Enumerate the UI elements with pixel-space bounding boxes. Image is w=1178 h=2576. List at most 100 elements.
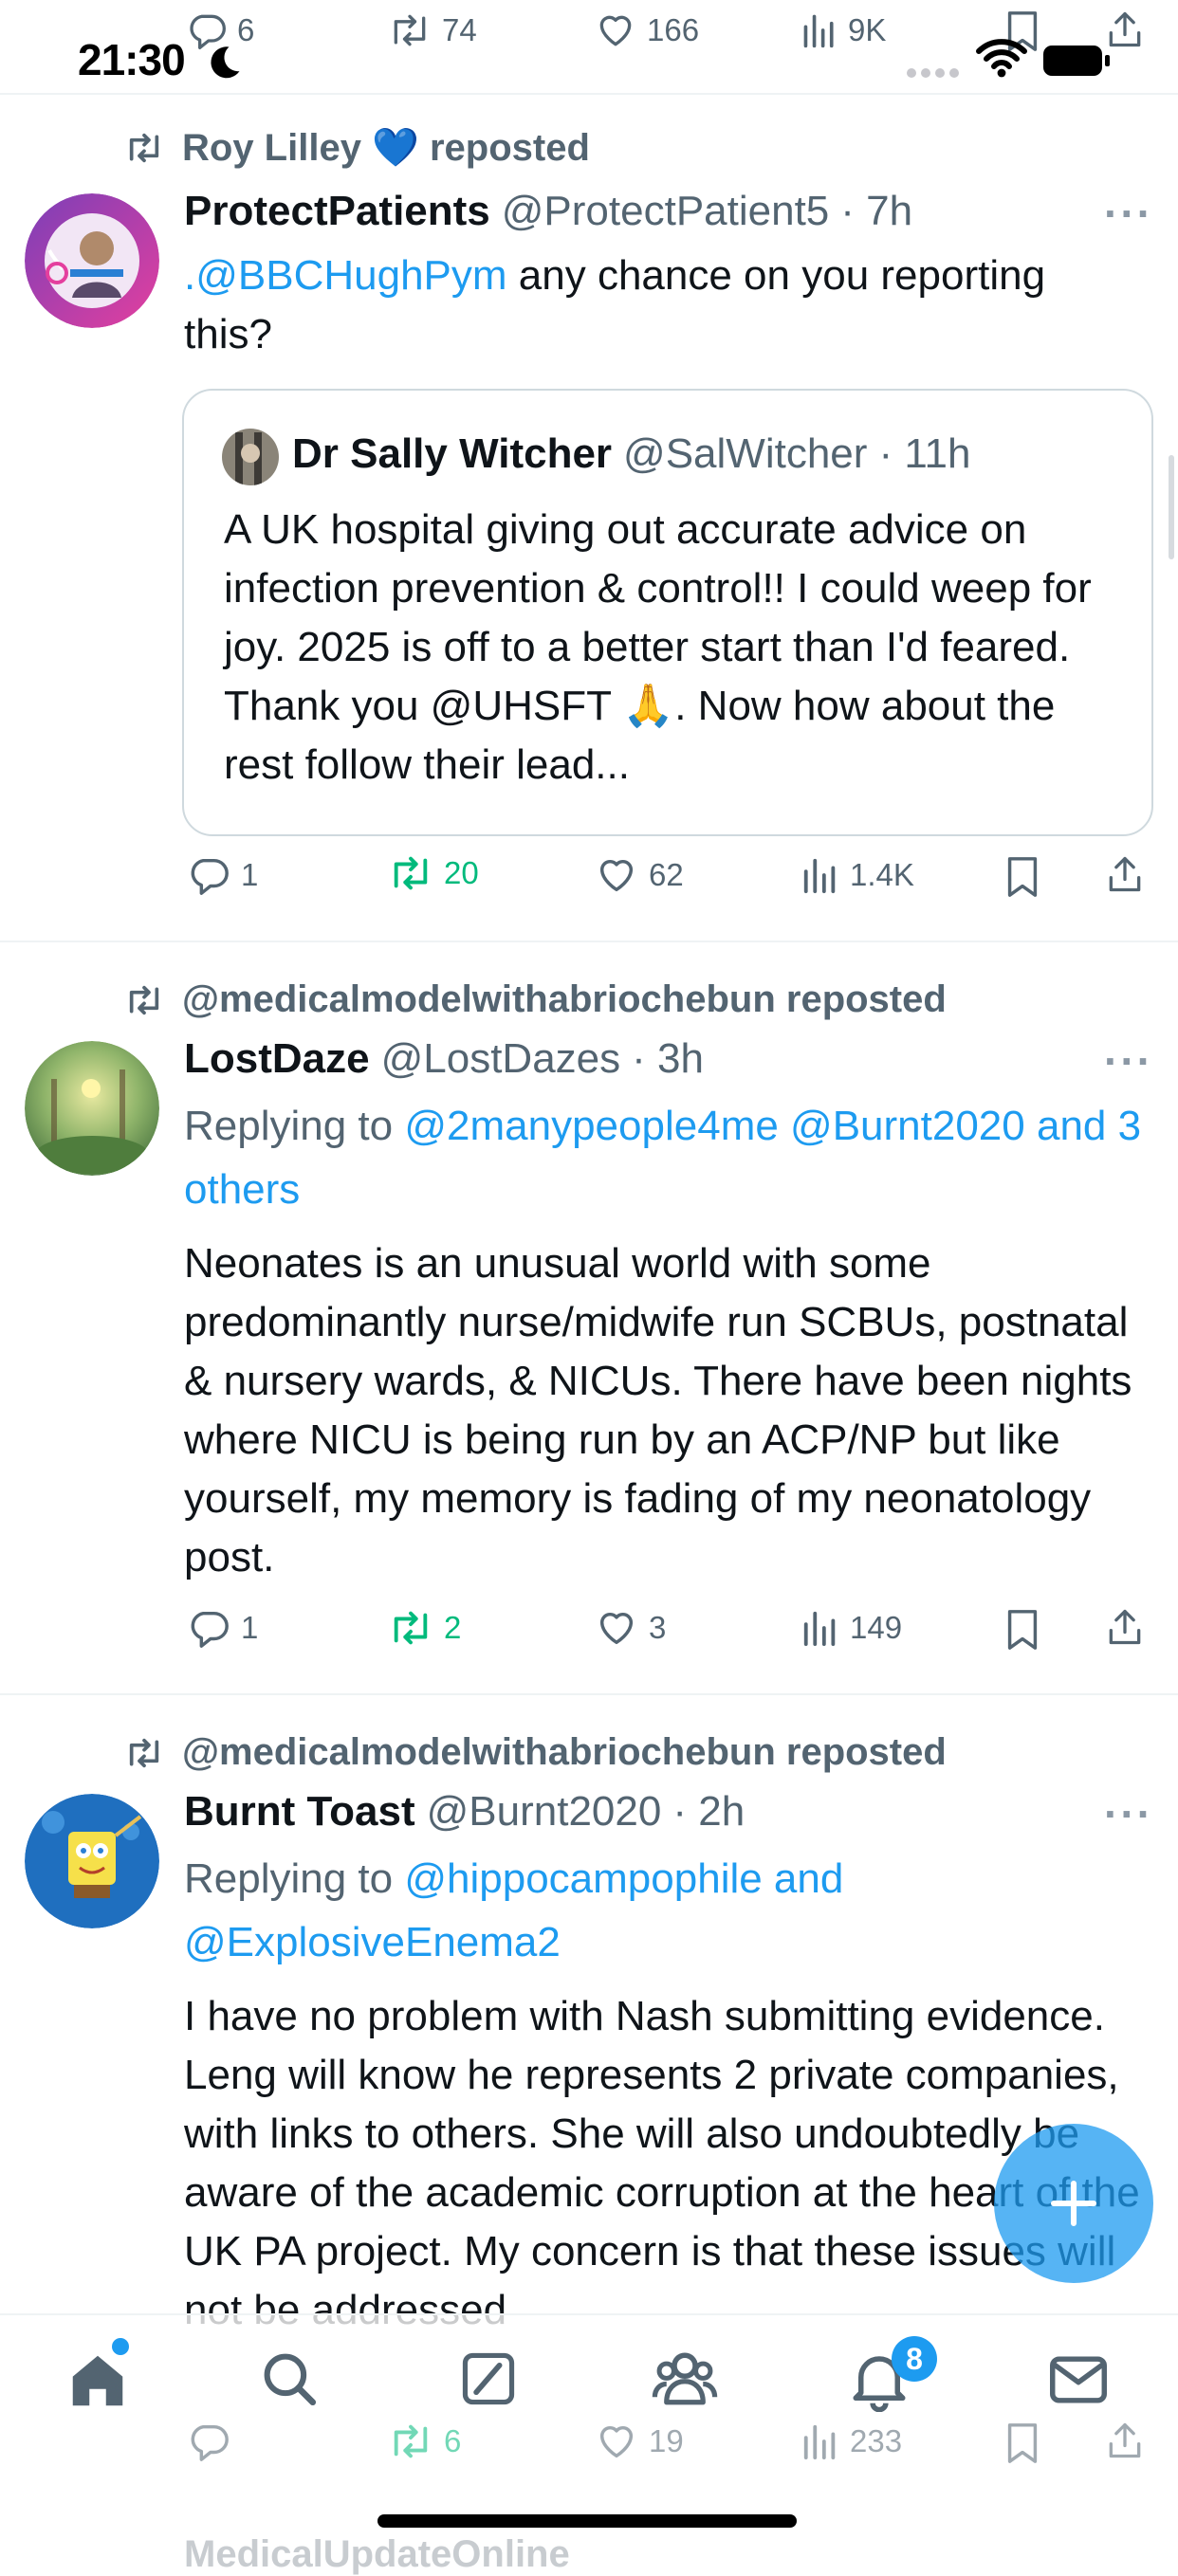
like-icon [599, 2425, 634, 2458]
like-action[interactable]: 166 [594, 9, 699, 51]
bookmark-button[interactable] [1005, 855, 1040, 899]
author-handle[interactable]: @ProtectPatient5 [502, 188, 830, 235]
tab-grok[interactable] [459, 2349, 518, 2408]
reply-count: 1 [241, 857, 259, 892]
like-icon [599, 1612, 634, 1645]
more-options-button[interactable]: ··· [1104, 1788, 1153, 1839]
views-action[interactable]: 233 [801, 2420, 902, 2463]
tweet-header: Burnt Toast @Burnt2020 · 2h [184, 1788, 745, 1836]
repost-action[interactable]: 2 [387, 1606, 461, 1650]
views-action[interactable]: 149 [801, 1606, 902, 1650]
scrollbar[interactable] [1169, 455, 1174, 559]
views-icon [803, 1611, 836, 1647]
quote-avatar [222, 429, 279, 485]
tab-messages[interactable] [1047, 2351, 1110, 2408]
status-time: 21:30 [78, 35, 186, 84]
tab-communities[interactable] [651, 2348, 719, 2410]
tweet-header: ProtectPatients @ProtectPatient5 · 7h [184, 188, 912, 235]
views-icon [803, 2424, 836, 2460]
home-unread-dot [112, 2338, 129, 2355]
like-action[interactable]: 62 [594, 853, 684, 897]
reply-action[interactable] [186, 2420, 241, 2463]
grok-icon [462, 2352, 515, 2405]
repost-icon [394, 2424, 428, 2458]
quote-author-handle: @SalWitcher [623, 430, 868, 477]
tab-home[interactable] [64, 2348, 131, 2414]
like-icon [599, 859, 634, 892]
author-name[interactable]: Burnt Toast [184, 1788, 415, 1836]
notifications-badge: 8 [892, 2336, 937, 2382]
views-count: 233 [850, 2423, 903, 2458]
repost-attribution[interactable]: @medicalmodelwithabriochebun reposted [123, 1731, 947, 1774]
tweet-text: Neonates is an unusual world with some p… [184, 1240, 1132, 1580]
share-icon [1109, 2422, 1141, 2458]
communities-icon [652, 2352, 718, 2405]
tweet-time: · 7h [840, 188, 913, 234]
next-tweet-author: MedicalUpdateOnline [184, 2533, 570, 2575]
divider [0, 1693, 1178, 1695]
tweet-header: LostDaze @LostDazes · 3h [184, 1035, 704, 1083]
reply-action[interactable]: 1 [186, 1606, 258, 1650]
moon-icon [211, 46, 240, 79]
avatar-image [25, 1041, 159, 1176]
repost-by-label: Roy Lilley 💙 reposted [182, 127, 590, 169]
tab-search[interactable] [258, 2348, 321, 2410]
quote-header: Dr Sally Witcher @SalWitcher · 11h [292, 430, 970, 478]
author-name[interactable]: ProtectPatients [184, 188, 490, 235]
like-action[interactable]: 3 [594, 1606, 666, 1650]
replying-to-line: Replying to @hippocampophile and @Explos… [184, 1847, 1142, 1974]
author-handle[interactable]: @Burnt2020 [427, 1788, 662, 1836]
repost-count: 6 [444, 2423, 462, 2458]
repost-count: 2 [444, 1610, 462, 1645]
repost-icon [394, 856, 428, 890]
battery-icon [1043, 46, 1110, 76]
messages-icon [1050, 2356, 1107, 2403]
views-icon [803, 14, 834, 48]
repost-action[interactable]: 6 [387, 2420, 461, 2463]
author-name[interactable]: LostDaze [184, 1035, 370, 1083]
avatar[interactable] [25, 193, 159, 328]
avatar[interactable] [25, 1794, 159, 1928]
reply-icon [191, 1611, 229, 1648]
avatar-image [25, 193, 159, 328]
repost-icon [129, 1738, 159, 1767]
repost-attribution[interactable]: @medicalmodelwithabriochebun reposted [123, 978, 947, 1021]
wifi-icon [976, 39, 1027, 78]
home-indicator[interactable] [377, 2514, 797, 2528]
bookmark-button[interactable] [1005, 1608, 1040, 1652]
bookmark-button[interactable] [1005, 2421, 1040, 2465]
views-count: 9K [848, 12, 887, 47]
views-action[interactable]: 9K [801, 9, 886, 51]
repost-icon [394, 1611, 428, 1645]
mention-link[interactable]: .@BBCHughPym [184, 252, 507, 299]
reply-action[interactable]: 1 [186, 853, 258, 897]
tweet-text: .@BBCHughPym any chance on you reporting… [184, 247, 1142, 364]
like-count: 19 [649, 2423, 684, 2458]
share-button[interactable] [1104, 1604, 1146, 1650]
like-action[interactable]: 19 [594, 2420, 684, 2463]
views-action[interactable]: 1.4K [801, 853, 914, 897]
quote-time: · 11h [878, 430, 971, 477]
bookmark-icon [1007, 857, 1038, 897]
repost-count: 74 [442, 12, 477, 47]
replying-to-prefix: Replying to [184, 1855, 405, 1902]
more-options-button[interactable]: ··· [1104, 188, 1153, 239]
replying-to-prefix: Replying to [184, 1103, 405, 1149]
share-icon [1109, 856, 1141, 892]
like-count: 166 [647, 12, 700, 47]
repost-action[interactable]: 20 [387, 851, 479, 895]
views-icon [803, 858, 836, 894]
avatar[interactable] [25, 1041, 159, 1176]
compose-button[interactable] [994, 2124, 1153, 2283]
tweet-time: · 3h [632, 1035, 704, 1082]
reply-icon [191, 858, 229, 895]
share-button[interactable] [1104, 851, 1146, 897]
share-icon [1109, 1609, 1141, 1645]
quote-author-name: Dr Sally Witcher [292, 430, 613, 477]
repost-action[interactable]: 74 [387, 9, 477, 51]
repost-attribution[interactable]: Roy Lilley 💙 reposted [123, 125, 590, 170]
repost-icon [394, 14, 426, 46]
author-handle[interactable]: @LostDazes [381, 1035, 621, 1083]
more-options-button[interactable]: ··· [1104, 1035, 1153, 1087]
share-button[interactable] [1104, 2418, 1146, 2463]
